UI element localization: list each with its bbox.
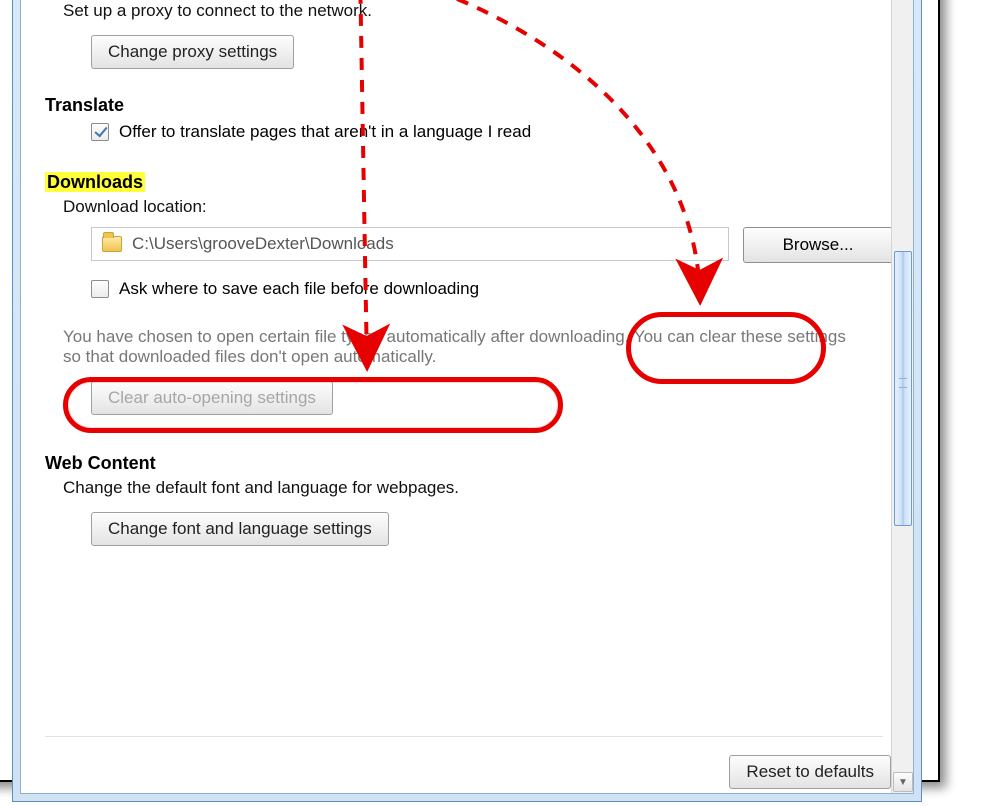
clear-auto-opening-button[interactable]: Clear auto-opening settings: [91, 381, 333, 415]
auto-open-desc: You have chosen to open certain file typ…: [63, 327, 863, 367]
browse-button[interactable]: Browse...: [743, 227, 893, 263]
change-proxy-button[interactable]: Change proxy settings: [91, 35, 294, 69]
translate-heading: Translate: [45, 95, 893, 116]
downloads-heading-text: Downloads: [45, 172, 145, 192]
ask-save-checkbox[interactable]: [91, 280, 109, 298]
downloads-heading: Downloads: [45, 172, 893, 193]
settings-content: Set up a proxy to connect to the network…: [21, 0, 893, 550]
download-location-label: Download location:: [63, 197, 893, 217]
vertical-scrollbar[interactable]: ▲ ▼: [891, 0, 913, 793]
translate-offer-checkbox[interactable]: [91, 123, 109, 141]
download-path-field[interactable]: C:\Users\grooveDexter\Downloads: [91, 227, 729, 261]
reset-defaults-button[interactable]: Reset to defaults: [729, 755, 891, 789]
change-font-language-button[interactable]: Change font and language settings: [91, 512, 389, 546]
scroll-thumb[interactable]: [894, 251, 912, 526]
settings-panel: Set up a proxy to connect to the network…: [20, 0, 914, 794]
network-desc: Set up a proxy to connect to the network…: [63, 1, 893, 21]
footer-separator: [45, 736, 883, 737]
dialog-footer: Reset to defaults: [729, 755, 891, 789]
window-chrome: Set up a proxy to connect to the network…: [12, 0, 922, 802]
ask-save-label: Ask where to save each file before downl…: [119, 279, 479, 299]
web-content-desc: Change the default font and language for…: [63, 478, 893, 498]
download-path-text: C:\Users\grooveDexter\Downloads: [132, 234, 394, 254]
scroll-down-button[interactable]: ▼: [893, 772, 913, 792]
web-content-heading: Web Content: [45, 453, 893, 474]
translate-offer-row[interactable]: Offer to translate pages that aren't in …: [91, 122, 893, 142]
folder-icon: [102, 236, 122, 252]
download-location-row: C:\Users\grooveDexter\Downloads Browse..…: [91, 227, 893, 263]
screenshot-frame: Set up a proxy to connect to the network…: [0, 0, 940, 782]
translate-offer-label: Offer to translate pages that aren't in …: [119, 122, 531, 142]
ask-save-row[interactable]: Ask where to save each file before downl…: [91, 279, 893, 299]
